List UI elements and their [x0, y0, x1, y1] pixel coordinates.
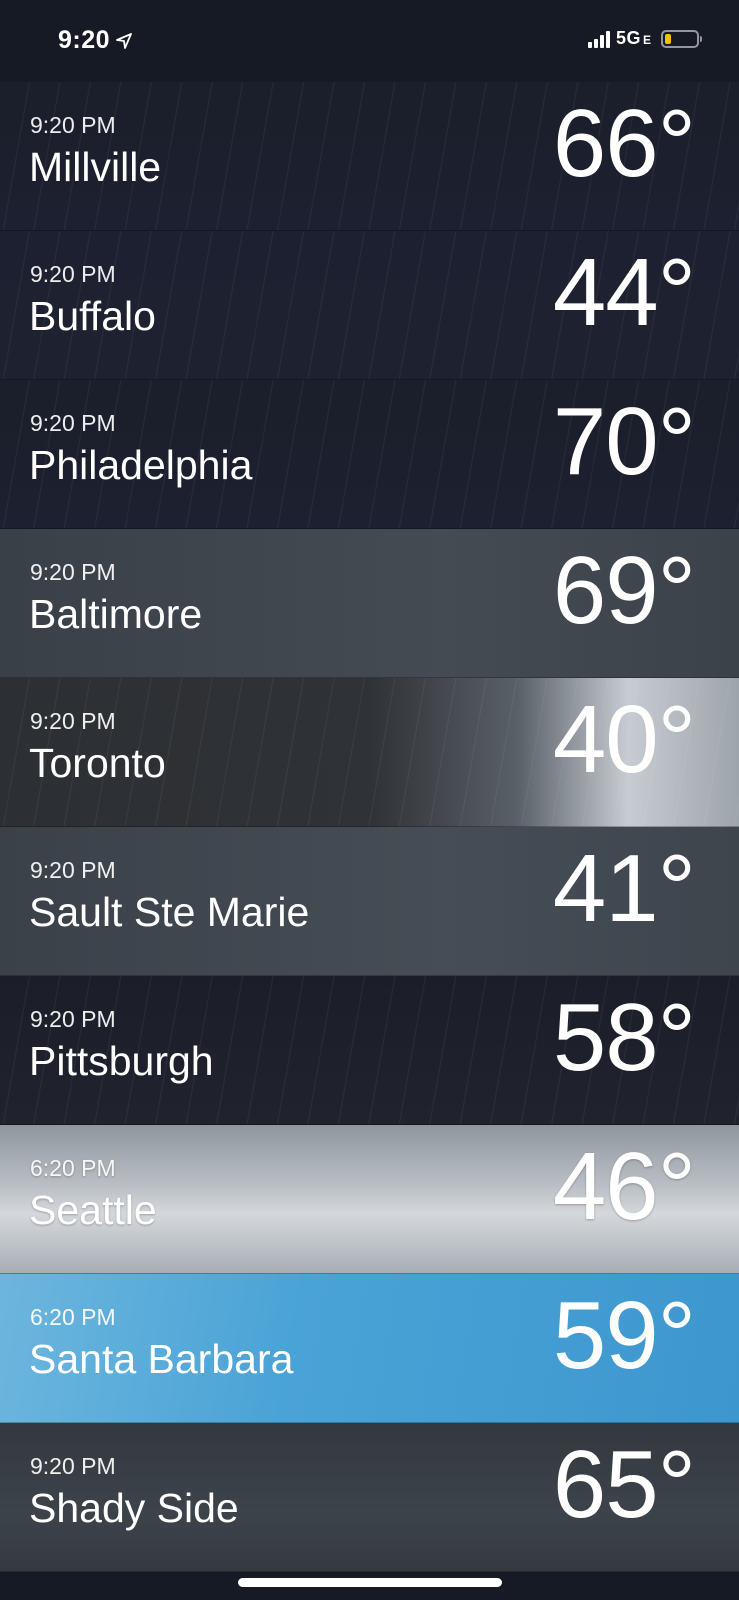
- city-local-time: 6:20 PM: [30, 1155, 116, 1181]
- cellular-signal-icon: [587, 30, 610, 48]
- city-temperature: 41°: [552, 835, 696, 942]
- city-row-shady-side[interactable]: 9:20 PM Shady Side 65°: [0, 1423, 739, 1572]
- city-list: 9:20 PM Millville 66° 9:20 PM Buffalo 44…: [0, 82, 739, 1572]
- city-temperature: 40°: [552, 686, 696, 793]
- city-local-time: 9:20 PM: [30, 1453, 116, 1479]
- city-temperature: 44°: [552, 239, 696, 346]
- city-name: Toronto: [29, 740, 166, 786]
- city-temperature: 58°: [552, 984, 696, 1091]
- city-row-santa-barbara[interactable]: 6:20 PM Santa Barbara 59°: [0, 1274, 739, 1423]
- city-name: Sault Ste Marie: [29, 889, 310, 935]
- city-name: Seattle: [29, 1187, 157, 1233]
- city-name: Buffalo: [29, 293, 156, 339]
- battery-icon: [661, 29, 702, 48]
- city-row-buffalo[interactable]: 9:20 PM Buffalo 44°: [0, 231, 739, 380]
- city-name: Philadelphia: [29, 442, 253, 488]
- status-time-group: 9:20: [58, 26, 132, 55]
- city-row-pittsburgh[interactable]: 9:20 PM Pittsburgh 58°: [0, 976, 739, 1125]
- status-time: 9:20: [58, 26, 111, 54]
- city-name: Pittsburgh: [29, 1038, 214, 1084]
- network-sub-label: E: [642, 33, 651, 47]
- city-name: Baltimore: [29, 591, 203, 637]
- status-bar: 9:20 5G E: [0, 0, 739, 82]
- city-temperature: 70°: [552, 388, 696, 495]
- home-indicator[interactable]: [238, 1578, 502, 1587]
- city-local-time: 9:20 PM: [30, 708, 116, 734]
- city-name: Santa Barbara: [29, 1336, 294, 1382]
- city-temperature: 46°: [552, 1133, 696, 1240]
- city-local-time: 9:20 PM: [30, 261, 116, 287]
- city-row-seattle[interactable]: 6:20 PM Seattle 46°: [0, 1125, 739, 1274]
- city-local-time: 9:20 PM: [30, 112, 116, 138]
- city-row-millville[interactable]: 9:20 PM Millville 66°: [0, 82, 739, 231]
- city-row-baltimore[interactable]: 9:20 PM Baltimore 69°: [0, 529, 739, 678]
- city-temperature: 59°: [552, 1282, 696, 1389]
- city-temperature: 66°: [552, 90, 696, 197]
- city-name: Millville: [29, 144, 162, 190]
- location-arrow-icon: [116, 32, 132, 49]
- city-row-philadelphia[interactable]: 9:20 PM Philadelphia 70°: [0, 380, 739, 529]
- city-row-sault-ste-marie[interactable]: 9:20 PM Sault Ste Marie 41°: [0, 827, 739, 976]
- status-indicators: 5G E: [587, 28, 702, 49]
- city-local-time: 9:20 PM: [30, 1006, 116, 1032]
- city-temperature: 69°: [552, 537, 696, 644]
- city-temperature: 65°: [552, 1431, 696, 1538]
- city-name: Shady Side: [29, 1485, 239, 1531]
- city-local-time: 6:20 PM: [30, 1304, 116, 1330]
- city-local-time: 9:20 PM: [30, 857, 116, 883]
- network-type-label: 5G: [615, 28, 641, 48]
- city-local-time: 9:20 PM: [30, 410, 116, 436]
- city-row-toronto[interactable]: 9:20 PM Toronto 40°: [0, 678, 739, 827]
- battery-level: [665, 33, 671, 44]
- weather-app-screen: 9:20 5G E 9:20 PM Millville 66° 9:20 PM …: [0, 0, 739, 1600]
- city-local-time: 9:20 PM: [30, 559, 116, 585]
